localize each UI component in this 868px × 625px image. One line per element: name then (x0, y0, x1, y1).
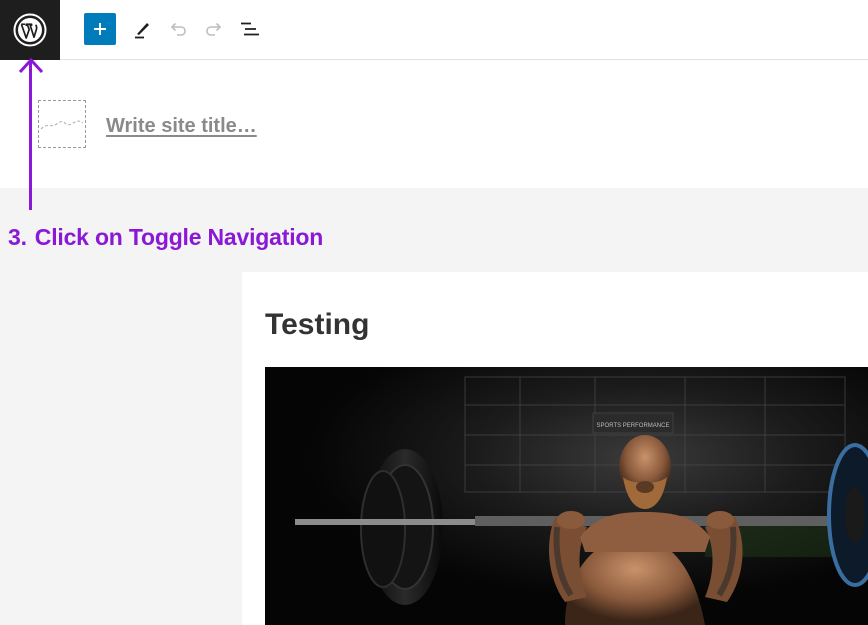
list-view-icon (241, 22, 259, 36)
wordpress-icon (13, 13, 47, 47)
annotation-instruction: Click on Toggle Navigation (34, 224, 324, 250)
redo-button[interactable] (198, 13, 230, 45)
post-content: Testing SPORTS PERFORMANCE (242, 272, 868, 625)
pencil-icon (135, 23, 149, 39)
add-block-button[interactable] (84, 13, 116, 45)
annotation-arrow-head-icon (18, 57, 44, 74)
site-logo-placeholder-icon (40, 120, 84, 130)
plus-icon (94, 23, 106, 35)
annotation-step-number: 3. (8, 224, 27, 250)
annotation-arrow-line (29, 62, 32, 210)
undo-button[interactable] (162, 13, 194, 45)
annotation-callout: 3. Click on Toggle Navigation (8, 224, 323, 251)
top-toolbar (0, 0, 868, 60)
post-featured-image[interactable]: SPORTS PERFORMANCE (265, 367, 868, 625)
banner-text: SPORTS PERFORMANCE (597, 423, 670, 429)
post-title[interactable]: Testing (265, 308, 369, 342)
site-header: Write site title… (0, 61, 868, 188)
toggle-navigation-button[interactable] (0, 0, 60, 60)
weightlifter-photo: SPORTS PERFORMANCE (265, 367, 868, 625)
undo-icon (170, 22, 186, 36)
edit-tools-button[interactable] (126, 13, 158, 45)
site-logo-placeholder[interactable] (38, 100, 86, 148)
list-view-button[interactable] (234, 13, 266, 45)
redo-icon (206, 22, 222, 36)
site-title-input[interactable]: Write site title… (106, 115, 257, 138)
